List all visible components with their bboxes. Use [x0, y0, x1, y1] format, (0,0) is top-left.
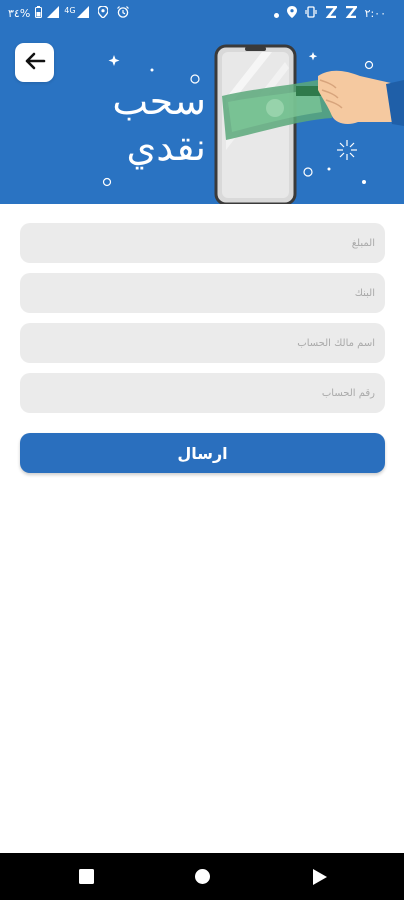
account-number-field — [20, 373, 385, 413]
clock: ٢:٠٠ — [364, 7, 386, 20]
status-right: ٢:٠٠ — [273, 5, 386, 21]
page-title-line1: سحب — [112, 79, 206, 123]
network-label: 4G — [64, 6, 76, 15]
account-holder-input[interactable] — [20, 323, 385, 363]
battery-percent: ٣٤% — [8, 7, 31, 20]
battery-icon — [35, 6, 43, 21]
amount-input[interactable] — [20, 223, 385, 263]
page-title: سحب نقدي — [102, 78, 206, 170]
account-number-input[interactable] — [20, 373, 385, 413]
status-bar: ٣٤% 4G ٢:٠٠ — [0, 0, 404, 28]
location-icon — [96, 5, 109, 21]
account-holder-field — [20, 323, 385, 363]
bank-input[interactable] — [20, 273, 385, 313]
sleep-icon — [345, 5, 359, 21]
sparkle-icon — [108, 55, 120, 66]
sparkle-burst-icon — [337, 140, 357, 160]
amount-field — [20, 223, 385, 263]
vibrate-icon — [304, 6, 317, 21]
withdraw-form: ارسال — [20, 223, 385, 473]
location-icon — [286, 6, 297, 21]
sparkle-ring-icon — [364, 60, 374, 70]
bank-field — [20, 273, 385, 313]
sleep-icon — [325, 5, 339, 21]
alarm-icon — [116, 6, 129, 21]
page-title-line2: نقدي — [126, 125, 207, 169]
status-left: ٣٤% 4G — [8, 5, 129, 21]
signal-4g-icon — [76, 6, 89, 21]
back-triangle-icon[interactable] — [313, 869, 327, 889]
sparkle-ring-icon — [303, 167, 313, 177]
back-button[interactable] — [15, 43, 54, 82]
header-banner: سحب نقدي — [0, 28, 404, 204]
submit-button[interactable]: ارسال — [20, 433, 385, 473]
dot-icon — [273, 7, 279, 21]
system-nav-bar — [0, 853, 404, 900]
home-circle-icon[interactable] — [195, 869, 210, 888]
sparkle-icon — [308, 52, 318, 61]
sparkle-ring-icon — [102, 177, 112, 187]
signal-icon — [47, 6, 60, 21]
arrow-left-icon — [24, 52, 46, 74]
recents-square-icon[interactable] — [79, 869, 94, 888]
